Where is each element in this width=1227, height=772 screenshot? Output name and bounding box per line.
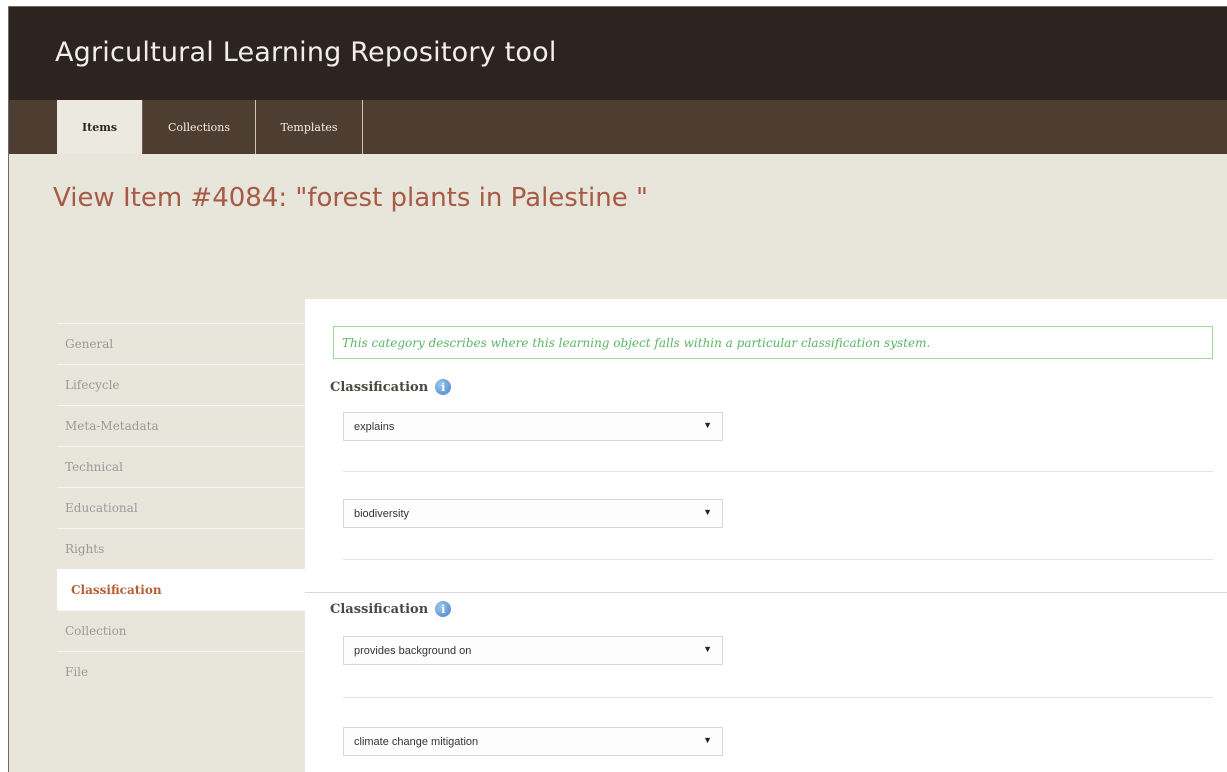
taxon-select[interactable]: biodiversity ▼ — [343, 499, 723, 528]
sidebar-item-technical[interactable]: Technical — [57, 446, 307, 487]
content-panel: This category describes where this learn… — [305, 299, 1227, 772]
tab-templates[interactable]: Templates — [256, 100, 363, 154]
taxon-select-value: biodiversity — [354, 507, 410, 520]
sidebar-item-rights[interactable]: Rights — [57, 528, 307, 569]
purpose-select[interactable]: explains ▼ — [343, 412, 723, 441]
info-icon[interactable]: i — [435, 379, 452, 395]
chevron-down-icon: ▼ — [703, 420, 712, 430]
classification-heading-label: Classification — [330, 379, 429, 395]
taxon-select-value: climate change mitigation — [354, 735, 479, 748]
divider — [343, 697, 1213, 698]
category-description: This category describes where this learn… — [333, 326, 1213, 359]
sidebar-nav: General Lifecycle Meta-Metadata Technica… — [57, 323, 315, 692]
chevron-down-icon: ▼ — [703, 507, 712, 517]
section-divider — [305, 592, 1227, 593]
sidebar-item-classification[interactable]: Classification — [57, 569, 315, 610]
main-tabs: Items Collections Templates — [9, 100, 1227, 154]
purpose-select-value: explains — [354, 420, 395, 433]
chevron-down-icon: ▼ — [703, 735, 712, 745]
sidebar-item-file[interactable]: File — [57, 651, 307, 692]
classification-heading: Classification i — [330, 601, 452, 617]
classification-heading-label: Classification — [330, 601, 429, 617]
app-header: Agricultural Learning Repository tool — [9, 7, 1227, 100]
tab-collections[interactable]: Collections — [143, 100, 256, 154]
info-icon[interactable]: i — [435, 601, 452, 617]
app-window: Agricultural Learning Repository tool It… — [8, 6, 1227, 772]
chevron-down-icon: ▼ — [703, 644, 712, 654]
purpose-select[interactable]: provides background on ▼ — [343, 636, 723, 665]
app-title: Agricultural Learning Repository tool — [55, 37, 557, 68]
classification-heading: Classification i — [330, 379, 452, 395]
page-title: View Item #4084: "forest plants in Pales… — [53, 183, 648, 213]
sidebar-item-educational[interactable]: Educational — [57, 487, 307, 528]
divider — [343, 471, 1213, 472]
taxon-select[interactable]: climate change mitigation ▼ — [343, 727, 723, 756]
divider — [343, 559, 1213, 560]
sidebar-item-meta-metadata[interactable]: Meta-Metadata — [57, 405, 307, 446]
sidebar-item-general[interactable]: General — [57, 323, 307, 364]
purpose-select-value: provides background on — [354, 644, 472, 657]
sidebar-item-collection[interactable]: Collection — [57, 610, 307, 651]
sidebar-item-lifecycle[interactable]: Lifecycle — [57, 364, 307, 405]
tab-items[interactable]: Items — [57, 100, 143, 154]
